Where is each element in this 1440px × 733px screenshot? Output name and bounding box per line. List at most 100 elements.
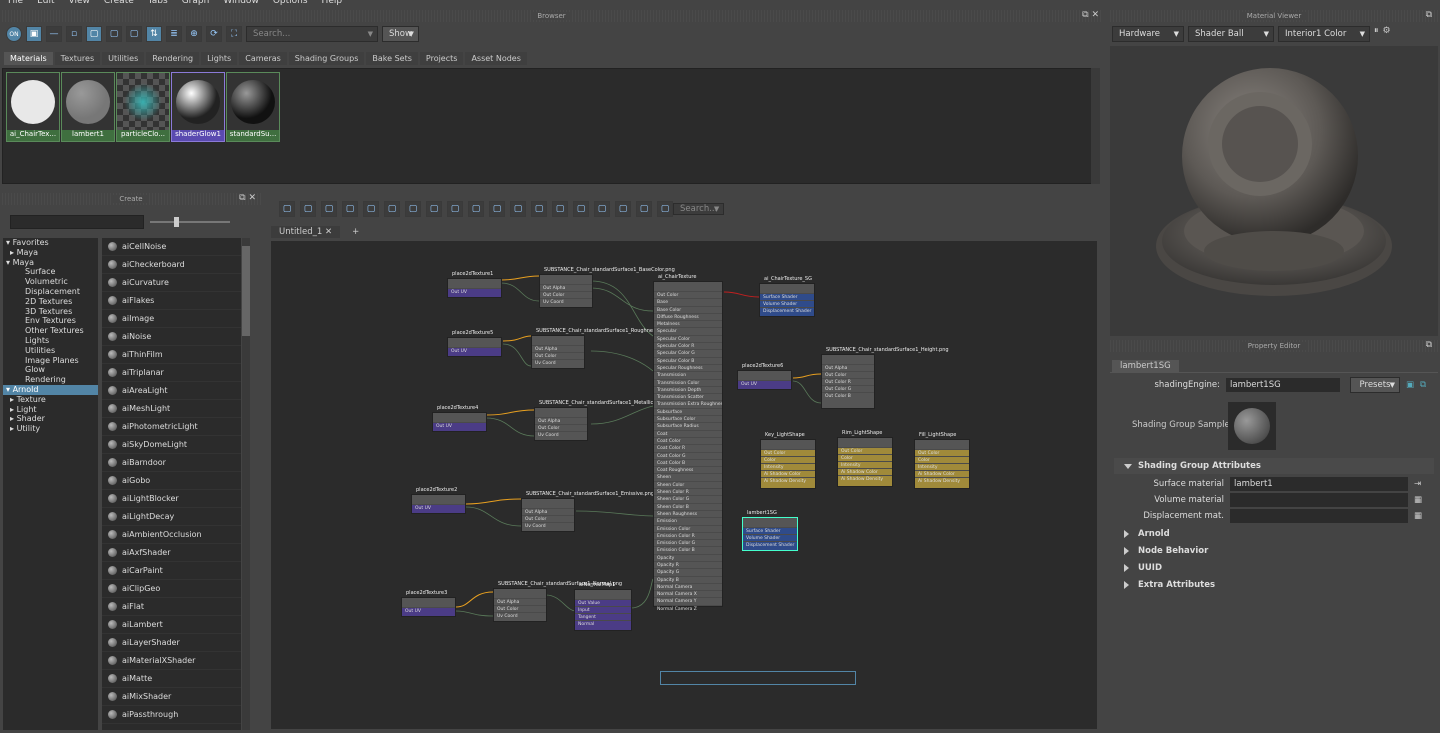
node-port[interactable]: Transmission Scatter — [654, 393, 722, 400]
node-port[interactable]: Coat Color B — [654, 458, 722, 466]
props-float-icon[interactable]: ⧉ — [1426, 340, 1432, 350]
create-node-ailayershader[interactable]: aiLayerShader — [102, 634, 241, 652]
create-node-aicarpaint[interactable]: aiCarPaint — [102, 562, 241, 580]
create-node-aithinfilm[interactable]: aiThinFilm — [102, 346, 241, 364]
create-node-aimeshlight[interactable]: aiMeshLight — [102, 400, 241, 418]
node-port[interactable]: Displacement Shader — [743, 541, 797, 548]
surface-field[interactable]: lambert1 — [1230, 477, 1408, 491]
graph-pin-icon[interactable]: ▢ — [636, 201, 652, 217]
graph-frame-sel-icon[interactable]: ▢ — [300, 201, 316, 217]
browser-tab-textures[interactable]: Textures — [54, 52, 101, 65]
node-port[interactable]: Specular Roughness — [654, 363, 722, 371]
graph-frame-icon[interactable]: ▢ — [279, 201, 295, 217]
node-port[interactable]: Out Color — [522, 515, 574, 522]
node-port[interactable]: Sheen Color G — [654, 495, 722, 502]
engine-name-field[interactable]: lambert1SG — [1226, 378, 1340, 392]
material-swatch[interactable]: lambert1 — [61, 72, 115, 142]
create-node-ailambert[interactable]: aiLambert — [102, 616, 241, 634]
browser-tab-lights[interactable]: Lights — [201, 52, 238, 65]
material-swatch[interactable]: standardSu... — [226, 72, 280, 142]
node-port[interactable]: Out Alpha — [535, 417, 587, 424]
node-port[interactable]: Sheen Color — [654, 480, 722, 488]
tree-item-lights[interactable]: Lights — [3, 336, 98, 346]
refresh-icon[interactable]: ⟳ — [206, 26, 222, 42]
graph-connected-icon[interactable]: ▢ — [489, 201, 505, 217]
create-scrollbar[interactable] — [242, 238, 250, 730]
node-port[interactable]: Out Alpha — [822, 364, 874, 371]
node-port[interactable]: Out Color — [532, 352, 584, 359]
node-port[interactable]: Transmission Extra Roughness — [654, 400, 722, 407]
graph-full-icon[interactable]: ▢ — [510, 201, 526, 217]
node-port[interactable]: Emission Color B — [654, 546, 722, 553]
browser-search-input[interactable]: Search... — [246, 26, 378, 42]
create-node-aicheckerboard[interactable]: aiCheckerboard — [102, 256, 241, 274]
node-port[interactable]: Out Color — [535, 424, 587, 431]
small-swatch-icon[interactable]: ▫ — [66, 26, 82, 42]
menu-edit[interactable]: Edit — [37, 0, 54, 8]
graph-search-icon-icon[interactable]: ▢ — [552, 201, 568, 217]
view-icons-icon[interactable]: ▣ — [26, 26, 42, 42]
menu-tabs[interactable]: Tabs — [148, 0, 168, 8]
light-node[interactable]: Rim_LightShape Out Color Color Intensity Ai … — [837, 430, 893, 487]
renderer-dropdown[interactable]: Hardware — [1112, 26, 1184, 42]
node-port[interactable]: Color — [915, 456, 969, 463]
graph-grid-icon[interactable]: ▢ — [573, 201, 589, 217]
browser-tab-materials[interactable]: Materials — [4, 52, 53, 65]
node-port[interactable]: Uv Coord — [494, 612, 546, 619]
graph-icon[interactable]: ⊕ — [186, 26, 202, 42]
node-port[interactable]: Transmission — [654, 371, 722, 378]
node-port[interactable]: Normal Camera Z — [654, 604, 722, 612]
node-port[interactable]: Specular Color B — [654, 356, 722, 364]
node-port[interactable]: Opacity — [654, 553, 722, 561]
node-port[interactable]: Opacity B — [654, 575, 722, 583]
browser-tab-cameras[interactable]: Cameras — [239, 52, 287, 65]
node-port[interactable]: Transmission Color — [654, 378, 722, 386]
node-port[interactable]: Transmission Depth — [654, 385, 722, 393]
graph-remove-icon[interactable]: ▢ — [426, 201, 442, 217]
node-port[interactable]: Out UV — [448, 288, 501, 295]
node-port[interactable]: Out Alpha — [494, 598, 546, 605]
tree-item-utility[interactable]: ▸ Utility — [3, 424, 98, 434]
node-port[interactable]: Specular Color R — [654, 342, 722, 349]
create-node-aigobo[interactable]: aiGobo — [102, 472, 241, 490]
node-port[interactable]: Ai Shadow Density — [761, 477, 815, 484]
node-port[interactable]: Intensity — [838, 461, 892, 468]
node-port[interactable]: Specular Color G — [654, 349, 722, 356]
node-port[interactable]: Emission Color G — [654, 539, 722, 546]
node-port[interactable]: Out Color — [761, 449, 815, 456]
node-port[interactable]: Out Color — [654, 291, 722, 298]
create-node-aimatte[interactable]: aiMatte — [102, 670, 241, 688]
tree-item-rendering[interactable]: Rendering — [3, 375, 98, 385]
graph-snap-icon[interactable]: ▢ — [594, 201, 610, 217]
place2d-node[interactable]: place2dTexture2 Out UV — [411, 487, 466, 514]
node-port[interactable]: Subsurface Color — [654, 415, 722, 422]
graph-graph-in-icon[interactable]: ▢ — [321, 201, 337, 217]
create-float-close-icon[interactable]: ⧉ ✕ — [239, 193, 256, 203]
environment-dropdown[interactable]: Interior1 Color — [1278, 26, 1370, 42]
material-swatch[interactable]: particleClo... — [116, 72, 170, 142]
create-node-aiflat[interactable]: aiFlat — [102, 598, 241, 616]
xlarge-swatch-icon[interactable]: ▢ — [126, 26, 142, 42]
graph-add-icon[interactable]: ▢ — [405, 201, 421, 217]
material-swatch[interactable]: shaderGlow1 — [171, 72, 225, 142]
node-port[interactable]: Input — [575, 606, 631, 613]
texture-node[interactable]: SUBSTANCE_Chair_standardSurface1_Metalli… — [534, 400, 664, 441]
texture-node[interactable]: SUBSTANCE_Chair_standardSurface1_Roughne… — [531, 328, 669, 369]
node-port[interactable]: Sheen — [654, 473, 722, 480]
menu-help[interactable]: Help — [322, 0, 343, 8]
node-port[interactable]: Volume Shader — [743, 534, 797, 541]
medium-swatch-icon[interactable]: ▢ — [86, 26, 102, 42]
map-icon[interactable]: ▦ — [1414, 495, 1422, 505]
section-extra-attributes[interactable]: Extra Attributes — [1114, 577, 1434, 593]
node-port[interactable]: Uv Coord — [535, 431, 587, 438]
node-port[interactable]: Volume Shader — [760, 300, 814, 307]
node-port[interactable]: Out Color — [822, 371, 874, 378]
node-port[interactable]: Uv Coord — [540, 298, 592, 305]
browser-tab-shading-groups[interactable]: Shading Groups — [288, 52, 365, 65]
graph-search-input[interactable]: Search... — [673, 203, 725, 215]
node-port[interactable]: Out UV — [402, 607, 455, 614]
node-graph-canvas[interactable]: place2dTexture1 Out UV place2dTexture5 Out … — [271, 241, 1097, 729]
tree-item-shader[interactable]: ▸ Shader — [3, 414, 98, 424]
node-port[interactable]: Displacement Shader — [760, 307, 814, 314]
menu-options[interactable]: Options — [273, 0, 308, 8]
